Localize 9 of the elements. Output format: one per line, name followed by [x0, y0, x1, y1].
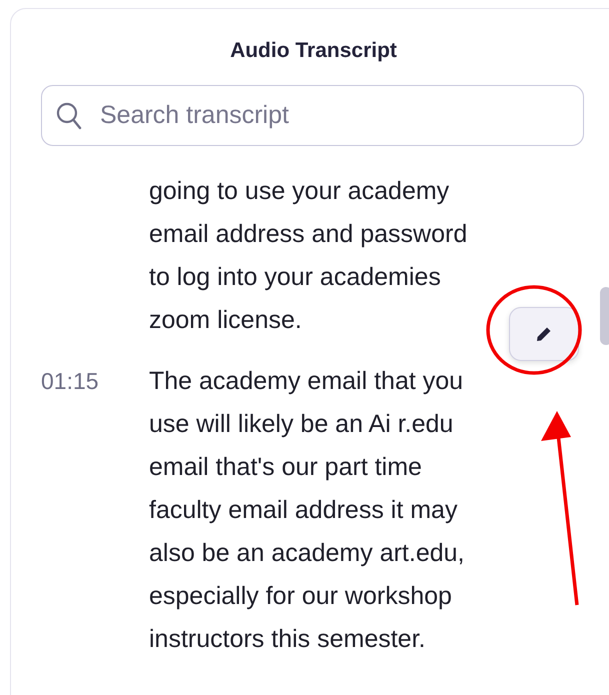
transcript-text: The academy email that you use will likely be an Ai r.edu email that's our part time faculty email address it may also be an academy art.edu, especially for our workshop instructors this semester. [149, 366, 466, 655]
scrollbar-thumb[interactable] [600, 287, 609, 345]
search-icon [56, 102, 82, 130]
timestamp[interactable]: 01:15 [41, 368, 99, 394]
panel-title: Audio Transcript [229, 39, 398, 63]
transcript-text: going to use your academy email address and password to log into your academies zoom license. [149, 176, 468, 336]
edit-button[interactable] [509, 307, 579, 361]
pencil-icon [535, 325, 553, 343]
search-field[interactable]: Search transcript [41, 85, 584, 146]
